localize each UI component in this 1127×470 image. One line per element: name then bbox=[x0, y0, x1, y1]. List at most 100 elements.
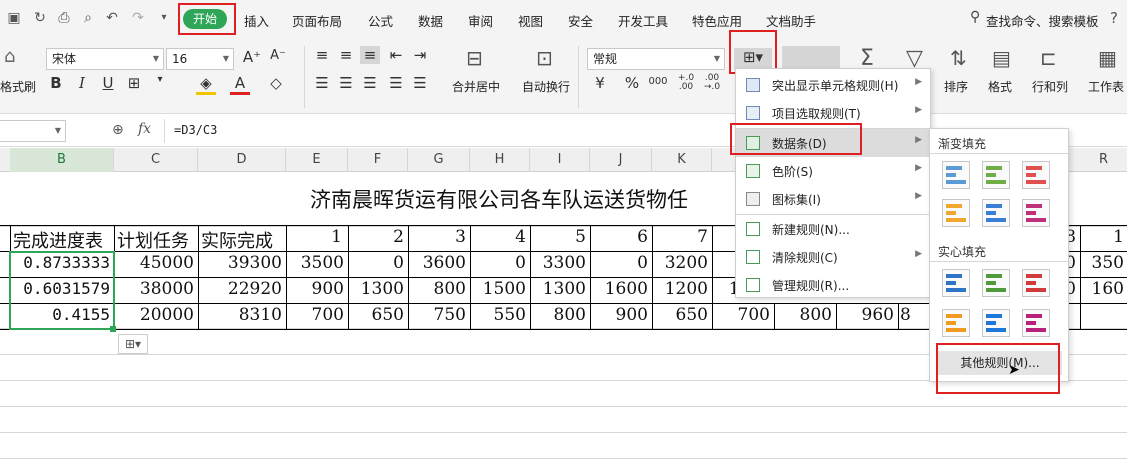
sort-label[interactable]: 排序 bbox=[944, 78, 968, 95]
column-header-K[interactable]: K bbox=[652, 148, 712, 172]
justify-icon[interactable]: ☰ bbox=[386, 74, 406, 92]
cell-D4[interactable]: 22920 bbox=[198, 279, 282, 299]
save-icon[interactable]: ▣ bbox=[6, 10, 22, 26]
cell-G3[interactable]: 3600 bbox=[408, 253, 466, 273]
solid-green-swatch[interactable] bbox=[982, 269, 1010, 297]
worksheet-label[interactable]: 工作表 bbox=[1088, 78, 1124, 95]
tab-data[interactable]: 数据 bbox=[418, 11, 443, 30]
quick-analysis-icon[interactable]: ⊞▾ bbox=[118, 334, 148, 354]
increase-decimal-icon[interactable]: +.0.00 bbox=[676, 74, 696, 92]
format-icon[interactable]: ▤ bbox=[992, 46, 1011, 70]
fx-icon[interactable]: fx bbox=[138, 121, 151, 137]
solid-blue-swatch[interactable] bbox=[942, 269, 970, 297]
cell-K4[interactable]: 1200 bbox=[652, 279, 708, 299]
align-middle-icon[interactable]: ≡ bbox=[336, 46, 356, 64]
cell-E5[interactable]: 700 bbox=[286, 305, 344, 325]
gradient-purple-swatch[interactable] bbox=[1022, 199, 1050, 227]
row-col-label[interactable]: 行和列 bbox=[1032, 78, 1068, 95]
gradient-green-swatch[interactable] bbox=[982, 161, 1010, 189]
column-header-I[interactable]: I bbox=[530, 148, 590, 172]
tab-view[interactable]: 视图 bbox=[518, 11, 543, 30]
cell-D3[interactable]: 39300 bbox=[198, 253, 282, 273]
indent-increase-icon[interactable]: ⇥ bbox=[410, 46, 430, 64]
tab-page-layout[interactable]: 页面布局 bbox=[292, 11, 342, 30]
cell-N5[interactable]: 960 bbox=[836, 305, 894, 325]
column-header-C[interactable]: C bbox=[114, 148, 198, 172]
format-painter-icon[interactable]: ⌂ bbox=[4, 46, 15, 67]
customize-toolbar-icon[interactable]: ▾ bbox=[156, 10, 172, 26]
tab-formulas[interactable]: 公式 bbox=[368, 11, 393, 30]
sort-icon[interactable]: ⇅ bbox=[950, 46, 967, 70]
print-icon[interactable]: ⎙ bbox=[56, 10, 72, 26]
cell-D5[interactable]: 8310 bbox=[198, 305, 282, 325]
column-header-H[interactable]: H bbox=[470, 148, 530, 172]
gradient-red-swatch[interactable] bbox=[1022, 161, 1050, 189]
column-header-E[interactable]: E bbox=[286, 148, 348, 172]
redo-icon[interactable]: ↷ bbox=[130, 10, 146, 26]
fill-handle[interactable] bbox=[110, 326, 116, 332]
tab-review[interactable]: 审阅 bbox=[468, 11, 493, 30]
font-shrink-button[interactable]: A⁻ bbox=[268, 48, 288, 63]
format-painter-label[interactable]: 格式刷 bbox=[0, 78, 36, 95]
cell-C3[interactable]: 45000 bbox=[114, 253, 194, 273]
decrease-decimal-icon[interactable]: .00 →.0 bbox=[702, 74, 722, 92]
solid-red-swatch[interactable] bbox=[1022, 269, 1050, 297]
cell-I3[interactable]: 3300 bbox=[530, 253, 586, 273]
formula-input[interactable]: =D3/C3 bbox=[174, 123, 217, 137]
cell-E4[interactable]: 900 bbox=[286, 279, 344, 299]
font-grow-button[interactable]: A⁺ bbox=[242, 48, 262, 66]
help-icon[interactable]: ? bbox=[1110, 9, 1118, 27]
solid-orange-swatch[interactable] bbox=[942, 309, 970, 337]
menu-item-color-scales[interactable]: 色阶(S) ▶ bbox=[736, 157, 930, 185]
bold-button[interactable]: B bbox=[46, 74, 66, 92]
cell-I4[interactable]: 1300 bbox=[530, 279, 586, 299]
tab-doc-assistant[interactable]: 文档助手 bbox=[766, 11, 816, 30]
align-top-icon[interactable]: ≡ bbox=[312, 46, 332, 64]
menu-item-manage-rules[interactable]: 管理规则(R)... bbox=[736, 271, 930, 299]
cell-K5[interactable]: 650 bbox=[652, 305, 708, 325]
wrap-text-icon[interactable]: ⊡ bbox=[536, 46, 553, 70]
tab-developer[interactable]: 开发工具 bbox=[618, 11, 668, 30]
column-header-F[interactable]: F bbox=[348, 148, 408, 172]
gradient-blue-swatch[interactable] bbox=[942, 161, 970, 189]
cell-R4[interactable]: 160 bbox=[1080, 279, 1124, 299]
menu-item-icon-sets[interactable]: 图标集(I) ▶ bbox=[736, 185, 930, 213]
wrap-text-label[interactable]: 自动换行 bbox=[522, 78, 570, 95]
fill-color-icon[interactable]: ◈ bbox=[196, 74, 216, 95]
column-header-B[interactable]: B bbox=[10, 148, 114, 172]
cell-G5[interactable]: 750 bbox=[408, 305, 466, 325]
merge-center-label[interactable]: 合并居中 bbox=[452, 78, 500, 95]
row-col-icon[interactable]: ⊏ bbox=[1040, 46, 1057, 70]
format-label[interactable]: 格式 bbox=[988, 78, 1012, 95]
clear-format-icon[interactable]: ◇ bbox=[266, 74, 286, 92]
column-header-G[interactable]: G bbox=[408, 148, 470, 172]
cell-G4[interactable]: 800 bbox=[408, 279, 466, 299]
cell-M5[interactable]: 800 bbox=[774, 305, 832, 325]
font-size-select[interactable]: 16 ▼ bbox=[166, 48, 234, 70]
underline-button[interactable]: U bbox=[98, 74, 118, 92]
merge-center-icon[interactable]: ⊟ bbox=[466, 46, 483, 70]
cell-F4[interactable]: 1300 bbox=[348, 279, 404, 299]
cell-R3[interactable]: 350 bbox=[1080, 253, 1124, 273]
indent-decrease-icon[interactable]: ⇤ bbox=[386, 46, 406, 64]
solid-purple-swatch[interactable] bbox=[1022, 309, 1050, 337]
cell-H5[interactable]: 550 bbox=[470, 305, 526, 325]
font-color-icon[interactable]: A bbox=[230, 74, 250, 95]
cell-L5[interactable]: 700 bbox=[712, 305, 770, 325]
gradient-lightblue-swatch[interactable] bbox=[982, 199, 1010, 227]
align-bottom-icon[interactable]: ≡ bbox=[360, 46, 380, 64]
redo-history-icon[interactable]: ↻ bbox=[32, 10, 48, 26]
cell-F5[interactable]: 650 bbox=[348, 305, 404, 325]
column-header-D[interactable]: D bbox=[198, 148, 286, 172]
cell-J3[interactable]: 0 bbox=[590, 253, 648, 273]
chevron-down-icon[interactable]: ▾ bbox=[150, 74, 170, 85]
cell-J4[interactable]: 1600 bbox=[590, 279, 648, 299]
column-header-J[interactable]: J bbox=[590, 148, 652, 172]
align-center-icon[interactable]: ☰ bbox=[336, 74, 356, 92]
align-right-icon[interactable]: ☰ bbox=[360, 74, 380, 92]
solid-lightblue-swatch[interactable] bbox=[982, 309, 1010, 337]
cell-H4[interactable]: 1500 bbox=[470, 279, 526, 299]
menu-item-clear-rules[interactable]: 清除规则(C) ▶ bbox=[736, 243, 930, 271]
font-name-select[interactable]: 宋体 ▼ bbox=[46, 48, 164, 70]
cell-K3[interactable]: 3200 bbox=[652, 253, 708, 273]
